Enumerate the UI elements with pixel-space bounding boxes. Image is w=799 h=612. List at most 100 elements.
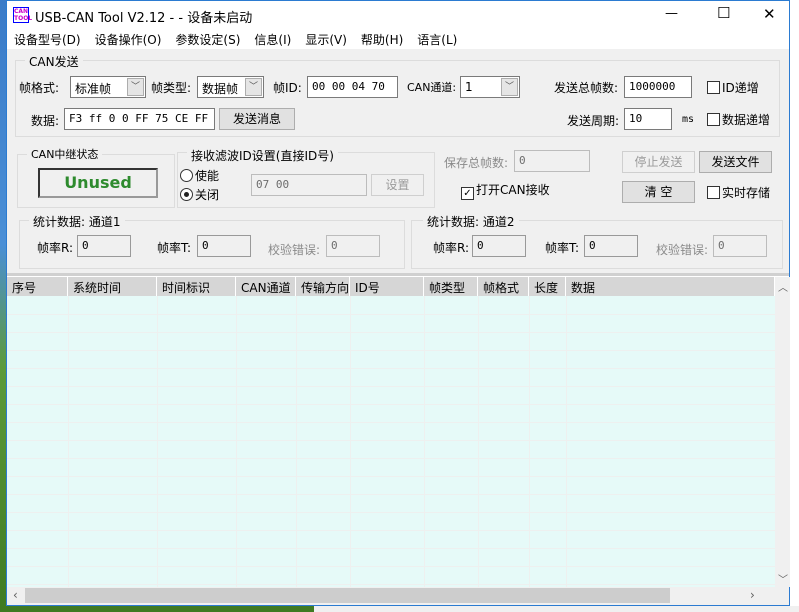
filter-close-radio[interactable]: 关闭 xyxy=(180,186,219,203)
grid-line xyxy=(478,296,479,587)
checksum-error1-value: 0 xyxy=(326,235,380,257)
grid-line xyxy=(7,584,775,585)
grid-line xyxy=(566,296,567,587)
maximize-button[interactable]: ☐ xyxy=(717,4,730,22)
column-header-seq[interactable]: 序号 xyxy=(7,277,68,296)
background-window-edge xyxy=(790,0,799,612)
can-send-group-title: CAN发送 xyxy=(25,53,83,70)
frame-format-select[interactable]: 标准帧 ﹀ xyxy=(70,76,146,98)
filter-id-input[interactable]: 07 00 xyxy=(251,174,367,196)
filter-enable-label: 使能 xyxy=(195,169,220,183)
minimize-button[interactable]: — xyxy=(665,6,678,21)
column-header-frame-format[interactable]: 帧格式 xyxy=(478,277,529,296)
filter-set-button[interactable]: 设置 xyxy=(371,174,424,196)
data-increment-label: 数据递增 xyxy=(722,113,771,127)
column-header-system-time[interactable]: 系统时间 xyxy=(68,277,157,296)
scroll-up-icon[interactable]: ︿ xyxy=(778,279,788,294)
title-bar: CAN TOOL USB-CAN Tool V2.12 - - 设备未启动 — ☐… xyxy=(7,1,789,29)
scroll-down-icon[interactable]: ﹀ xyxy=(778,571,788,586)
grid-line xyxy=(7,404,775,405)
realtime-save-checkbox[interactable]: 实时存储 xyxy=(707,184,770,201)
menu-display[interactable]: 显示(V) xyxy=(298,29,354,49)
frame-format-value: 标准帧 xyxy=(75,82,112,96)
period-unit: ms xyxy=(682,114,695,125)
rate-t2-label: 帧率T: xyxy=(545,241,580,255)
grid-line xyxy=(424,296,425,587)
menu-language[interactable]: 语言(L) xyxy=(410,29,464,49)
relay-status-title: CAN中继状态 xyxy=(27,146,103,162)
menu-info[interactable]: 信息(I) xyxy=(247,29,298,49)
grid-line xyxy=(7,350,775,351)
realtime-save-label: 实时存储 xyxy=(722,186,771,200)
grid-line xyxy=(7,332,775,333)
rate-t1-value: 0 xyxy=(197,235,251,257)
column-header-data[interactable]: 数据 xyxy=(566,277,775,296)
total-frames-input[interactable]: 1000000 xyxy=(624,76,692,98)
frame-type-label: 帧类型: xyxy=(151,81,192,95)
stats-channel2-title: 统计数据: 通道2 xyxy=(423,213,519,230)
id-increment-label: ID递增 xyxy=(722,81,759,95)
chevron-down-icon: ﹀ xyxy=(501,78,518,96)
checkbox-icon xyxy=(707,113,720,126)
saved-frames-label: 保存总帧数: xyxy=(444,156,509,170)
horizontal-scroll-thumb[interactable] xyxy=(25,588,670,603)
menu-help[interactable]: 帮助(H) xyxy=(354,29,410,49)
frame-format-label: 帧格式: xyxy=(19,81,60,95)
horizontal-scrollbar[interactable]: ‹ › xyxy=(7,587,775,605)
scroll-left-icon[interactable]: ‹ xyxy=(13,588,18,602)
window-title: USB-CAN Tool V2.12 - - 设备未启动 xyxy=(35,11,253,26)
data-input[interactable]: F3 ff 0 0 FF 75 CE FF xyxy=(64,108,215,130)
id-increment-checkbox[interactable]: ID递增 xyxy=(707,79,759,96)
rate-r1-label: 帧率R: xyxy=(37,241,74,255)
column-header-timestamp[interactable]: 时间标识 xyxy=(157,277,236,296)
data-increment-checkbox[interactable]: 数据递增 xyxy=(707,111,770,128)
menu-bar: 设备型号(D) 设备操作(O) 参数设定(S) 信息(I) 显示(V) 帮助(H… xyxy=(7,29,789,49)
grid-line xyxy=(7,314,775,315)
grid-line xyxy=(7,548,775,549)
rate-t2-value: 0 xyxy=(584,235,638,257)
app-icon: CAN TOOL xyxy=(13,7,33,23)
relay-status-indicator: Unused xyxy=(38,168,158,198)
grid-line xyxy=(7,494,775,495)
message-table[interactable]: 序号 系统时间 时间标识 CAN通道 传输方向 ID号 帧类型 帧格式 长度 数据 xyxy=(7,277,775,587)
vertical-scrollbar[interactable]: ︿ ﹀ xyxy=(775,277,790,587)
frame-id-input[interactable]: 00 00 04 70 xyxy=(307,76,398,98)
main-window: CAN TOOL USB-CAN Tool V2.12 - - 设备未启动 — ☐… xyxy=(6,0,790,606)
send-message-button[interactable]: 发送消息 xyxy=(219,108,295,130)
scroll-right-icon[interactable]: › xyxy=(750,588,755,602)
checkbox-icon xyxy=(707,81,720,94)
column-header-can-channel[interactable]: CAN通道 xyxy=(236,277,296,296)
grid-line xyxy=(7,476,775,477)
grid-line xyxy=(7,422,775,423)
grid-line xyxy=(350,296,351,587)
total-frames-label: 发送总帧数: xyxy=(554,81,619,95)
saved-frames-input: 0 xyxy=(514,150,590,172)
column-header-direction[interactable]: 传输方向 xyxy=(296,277,350,296)
stop-send-button[interactable]: 停止发送 xyxy=(622,151,695,173)
menu-device-operation[interactable]: 设备操作(O) xyxy=(88,29,169,49)
radio-selected-icon xyxy=(180,188,193,201)
period-input[interactable]: 10 xyxy=(624,108,672,130)
grid-line xyxy=(7,512,775,513)
desktop-strip xyxy=(314,606,799,612)
open-can-receive-checkbox[interactable]: ✓ 打开CAN接收 xyxy=(461,181,550,200)
channel-select[interactable]: 1 ﹀ xyxy=(460,76,520,98)
grid-line xyxy=(7,440,775,441)
frame-type-select[interactable]: 数据帧 ﹀ xyxy=(197,76,264,98)
column-header-id[interactable]: ID号 xyxy=(350,277,424,296)
checkmark-icon: ✓ xyxy=(461,187,474,200)
filter-enable-radio[interactable]: 使能 xyxy=(180,167,219,184)
rate-t1-label: 帧率T: xyxy=(157,241,192,255)
grid-line xyxy=(7,566,775,567)
menu-parameters[interactable]: 参数设定(S) xyxy=(168,29,247,49)
close-button[interactable]: ✕ xyxy=(763,5,776,23)
clear-button[interactable]: 清 空 xyxy=(622,181,695,203)
frame-id-label: 帧ID: xyxy=(273,81,302,95)
channel-label: CAN通道: xyxy=(407,81,457,94)
menu-device-model[interactable]: 设备型号(D) xyxy=(7,29,88,49)
column-header-length[interactable]: 长度 xyxy=(529,277,566,296)
send-file-button[interactable]: 发送文件 xyxy=(699,151,772,173)
column-header-frame-type[interactable]: 帧类型 xyxy=(424,277,478,296)
frame-type-value: 数据帧 xyxy=(202,82,239,96)
grid-line xyxy=(236,296,237,587)
